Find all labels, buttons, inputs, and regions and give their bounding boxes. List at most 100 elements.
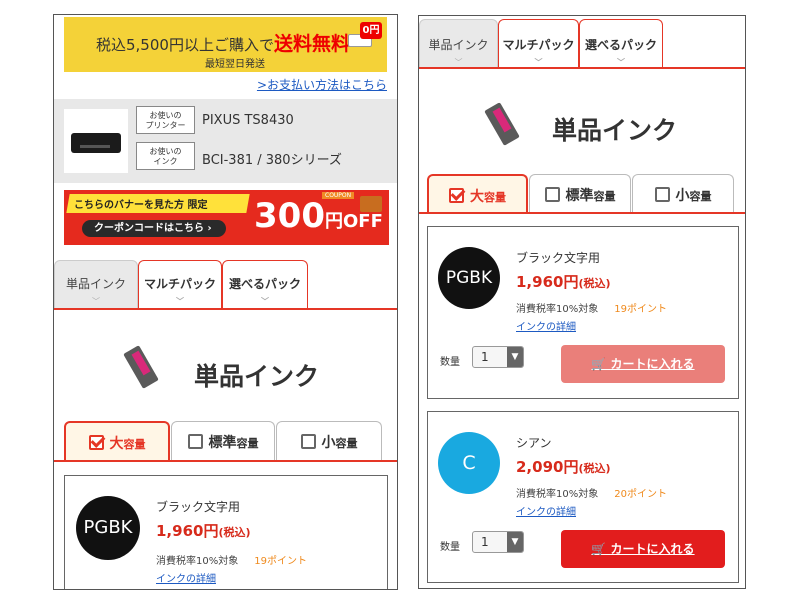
section-title: 単品インク (194, 362, 320, 391)
dropdown-arrow-icon: ▼ (507, 532, 523, 552)
printer-info: お使いの プリンター PIXUS TS8430 お使いの インク BCI-381… (54, 99, 397, 183)
coupon-banner[interactable]: こちらのバナーを見た方 限定 クーポンコードはこちら › 300円OFF COU… (64, 190, 389, 245)
checkbox-icon (544, 187, 560, 202)
cap-main: 大 (470, 189, 484, 205)
tax-rate: 消費税率10%対象 (516, 489, 599, 500)
tab-choose-pack[interactable]: 選べるパック ﹀ (579, 19, 663, 67)
checkbox-checked-icon (449, 188, 464, 203)
cap-small: 容量 (335, 437, 358, 450)
cart-icon: 🛒 (591, 357, 611, 371)
cap-tab-large[interactable]: 大容量 (427, 174, 528, 214)
product-price: 1,960円(税込) (516, 271, 611, 292)
chevron-down-icon: ﹀ (261, 297, 269, 306)
chevron-down-icon: ﹀ (454, 58, 463, 67)
color-swatch-cyan: C (438, 432, 500, 494)
zero-yen-badge: 0円 (360, 22, 382, 39)
coupon-amount-unit: 円OFF (324, 211, 383, 232)
tab-choose-pack[interactable]: 選べるパック ﹀ (222, 260, 308, 308)
ink-cartridge-icon (123, 345, 159, 395)
points: 19ポイント (254, 556, 307, 567)
free-shipping-text: 税込5,500円以上ご購入で送料無料 (96, 29, 350, 56)
add-to-cart-label: カートに入れる (610, 542, 695, 556)
chevron-down-icon: ﹀ (534, 58, 543, 67)
ink-detail-link[interactable]: インクの詳細 (156, 570, 216, 585)
price-value: 1,960円 (516, 273, 579, 291)
cap-tab-large[interactable]: 大容量 (64, 421, 170, 461)
price-value: 2,090円 (516, 458, 579, 476)
tax-rate: 消費税率10%対象 (156, 556, 239, 567)
tax-note: 消費税率10%対象 19ポイント (156, 552, 307, 567)
tab-label: マルチパック (502, 38, 575, 52)
cap-main: 標準 (565, 188, 594, 204)
cap-label: 大容量 (110, 436, 146, 452)
tab-label: 選べるパック (228, 277, 301, 291)
cap-tab-standard[interactable]: 標準容量 (529, 174, 631, 214)
gift-box-icon (360, 196, 382, 212)
tab-multi-pack[interactable]: マルチパック ﹀ (498, 19, 579, 67)
section-title: 単品インク (552, 116, 678, 145)
tab-label: 選べるパック (584, 38, 657, 52)
printer-image (64, 109, 128, 173)
ink-label: お使いの インク (136, 142, 195, 170)
cap-small: 容量 (689, 190, 712, 203)
chevron-down-icon: ﹀ (176, 297, 184, 306)
product-type-tabs: 単品インク ﹀ マルチパック ﹀ 選べるパック ﹀ (419, 19, 745, 69)
quantity-value: 1 (481, 350, 489, 364)
color-swatch-black: PGBK (76, 496, 140, 560)
coupon-amount-number: 300 (254, 196, 325, 236)
shipping-sub: 最短翌日発送 (205, 59, 265, 70)
cap-small: 容量 (593, 190, 616, 203)
ink-cartridge-icon (484, 102, 520, 152)
ink-detail-link[interactable]: インクの詳細 (516, 318, 576, 333)
ink-value: BCI-381 / 380シリーズ (202, 153, 342, 168)
product-name: シアン (516, 436, 552, 450)
tab-multi-pack[interactable]: マルチパック ﹀ (138, 260, 222, 308)
free-shipping-banner[interactable]: 税込5,500円以上ご購入で送料無料 0円 最短翌日発送 (64, 17, 387, 72)
cap-small: 容量 (236, 437, 259, 450)
add-to-cart-button[interactable]: 🛒 カートに入れる (561, 530, 725, 568)
cap-tab-standard[interactable]: 標準容量 (171, 421, 275, 461)
product-name: ブラック文字用 (156, 500, 241, 514)
quantity-select[interactable]: 1 ▼ (472, 346, 524, 368)
cap-main: 標準 (208, 435, 237, 451)
truck-icon: 0円 (348, 22, 382, 50)
cap-tab-small[interactable]: 小容量 (276, 421, 382, 461)
printer-value: PIXUS TS8430 (202, 113, 294, 128)
quantity-label: 数量 (440, 357, 460, 368)
quantity-value: 1 (481, 535, 489, 549)
tab-label: 単品インク (428, 38, 489, 52)
cap-tab-small[interactable]: 小容量 (632, 174, 734, 214)
product-type-tabs: 単品インク ﹀ マルチパック ﹀ 選べるパック ﹀ (54, 260, 397, 310)
tax-note: 消費税率10%対象 20ポイント (516, 485, 667, 500)
product-card-cyan: C シアン 2,090円(税込) 消費税率10%対象 20ポイント インクの詳細 … (427, 411, 739, 583)
coupon-code-button[interactable]: クーポンコードはこちら › (82, 220, 226, 237)
checkbox-icon (187, 434, 203, 449)
product-card-pgbk: PGBK ブラック文字用 1,960円(税込) 消費税率10%対象 19ポイント … (64, 475, 388, 589)
tab-label: マルチパック (143, 277, 216, 291)
checkbox-icon (300, 434, 316, 449)
printer-label: お使いの プリンター (136, 106, 195, 134)
dropdown-arrow-icon: ▼ (507, 347, 523, 367)
tab-single-ink[interactable]: 単品インク ﹀ (54, 260, 138, 308)
cap-main: 小 (675, 188, 690, 204)
chevron-down-icon: ﹀ (92, 297, 100, 306)
color-swatch-black: PGBK (438, 247, 500, 309)
ink-detail-link[interactable]: インクの詳細 (516, 503, 576, 518)
add-to-cart-label: カートに入れる (610, 357, 695, 371)
cap-main: 大 (109, 436, 124, 452)
shipping-highlight: 送料無料 (273, 33, 350, 55)
tab-single-ink[interactable]: 単品インク ﹀ (419, 19, 498, 67)
tax-note: 消費税率10%対象 19ポイント (516, 300, 667, 315)
payment-method-link[interactable]: >お支払い方法はこちら (257, 76, 387, 93)
add-to-cart-button[interactable]: 🛒 カートに入れる (561, 345, 725, 383)
right-screenshot: 単品インク ﹀ マルチパック ﹀ 選べるパック ﹀ 単品インク 大容量 標準容量 小容… (418, 15, 746, 589)
product-name: ブラック文字用 (516, 251, 601, 265)
shipping-prefix: 税込5,500円以上ご購入で (96, 36, 274, 54)
points: 19ポイント (614, 304, 667, 315)
tax-in-label: (税込) (578, 277, 611, 290)
left-screenshot: 税込5,500円以上ご購入で送料無料 0円 最短翌日発送 >お支払い方法はこちら… (53, 14, 398, 590)
price-value: 1,960円 (156, 522, 219, 540)
quantity-select[interactable]: 1 ▼ (472, 531, 524, 553)
cap-small: 容量 (123, 438, 146, 451)
tax-rate: 消費税率10%対象 (516, 304, 599, 315)
